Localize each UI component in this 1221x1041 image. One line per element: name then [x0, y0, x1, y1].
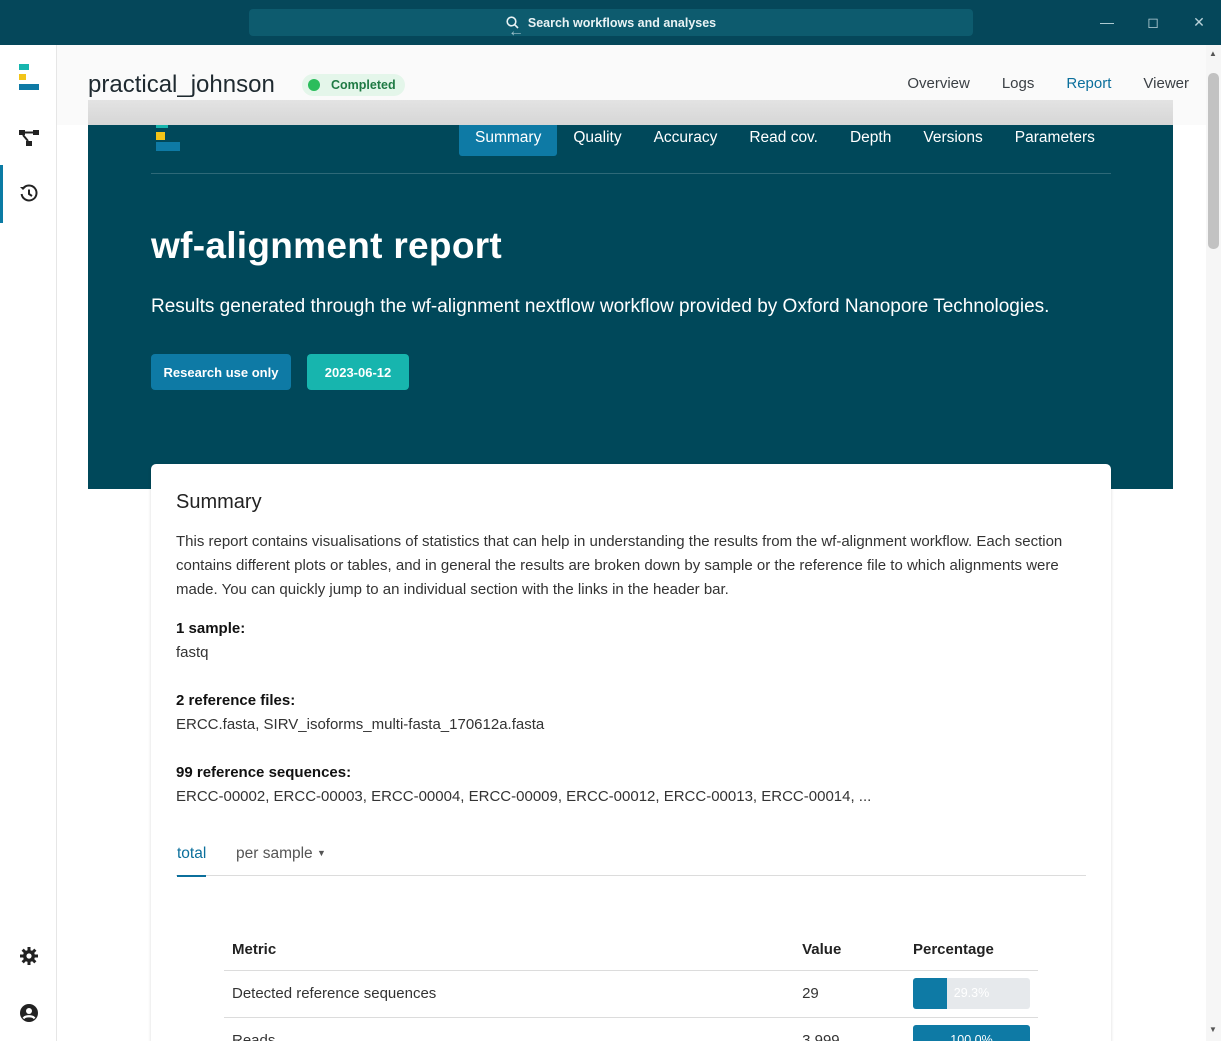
percentage-text: 29.3%	[953, 986, 990, 1000]
table-header-row: Metric Value Percentage	[224, 929, 1038, 971]
scroll-up-icon: ▲	[1209, 49, 1217, 58]
app-logo[interactable]	[0, 57, 57, 97]
workflows-icon	[18, 130, 39, 146]
page-scrollbar[interactable]: ▲ ▼	[1206, 45, 1221, 1041]
metric-cell: Reads	[224, 1017, 795, 1041]
search-icon	[506, 16, 519, 29]
header-tabs: Overview Logs Report Viewer	[875, 75, 1206, 92]
summary-heading: Summary	[176, 491, 262, 513]
gear-icon	[19, 947, 38, 965]
seqs-label: 99 reference sequences:	[176, 764, 352, 781]
epi2me-logo-icon	[18, 64, 39, 90]
seqs-value: ERCC-00002, ERCC-00003, ERCC-00004, ERCC…	[176, 788, 872, 805]
report-frame-top	[88, 100, 1173, 125]
report-nav: Summary Quality Accuracy Read cov. Depth…	[459, 125, 1111, 156]
header-metric: Metric	[224, 929, 795, 971]
page-title: practical_johnson	[88, 71, 275, 98]
report-frame[interactable]: Summary Quality Accuracy Read cov. Depth…	[88, 125, 1173, 1041]
report-hero: Summary Quality Accuracy Read cov. Depth…	[88, 125, 1173, 489]
tab-overview[interactable]: Overview	[907, 75, 970, 92]
caret-down-icon: ▼	[317, 848, 326, 858]
tab-report[interactable]: Report	[1066, 75, 1111, 92]
percentage-cell: 29.3%	[905, 970, 1038, 1018]
percentage-text: 100.0%	[950, 1033, 993, 1041]
tab-logs[interactable]: Logs	[1002, 75, 1035, 92]
tab-per-sample-label: per sample	[236, 845, 313, 862]
table-row: Reads 3,999 100.0%	[224, 1017, 1038, 1041]
report-subtitle: Results generated through the wf-alignme…	[151, 296, 1050, 317]
nav-depth[interactable]: Depth	[834, 125, 907, 156]
scrollbar-thumb[interactable]	[1208, 73, 1219, 249]
account-icon	[19, 1004, 38, 1022]
header-percentage: Percentage	[905, 929, 1038, 971]
tab-per-sample[interactable]: per sample ▼	[236, 845, 326, 863]
rail-item-account[interactable]	[0, 993, 57, 1033]
maximize-button[interactable]: ◻	[1143, 12, 1163, 32]
research-use-badge: Research use only	[151, 354, 291, 390]
status-dot-icon	[308, 79, 320, 91]
rail-item-history[interactable]	[0, 174, 57, 214]
nav-parameters[interactable]: Parameters	[999, 125, 1111, 156]
refs-value: ERCC.fasta, SIRV_isoforms_multi-fasta_17…	[176, 716, 545, 733]
search-placeholder: Search workflows and analyses	[527, 15, 717, 30]
refs-label: 2 reference files:	[176, 692, 296, 709]
summary-description: This report contains visualisations of s…	[176, 533, 1063, 598]
nav-versions[interactable]: Versions	[907, 125, 998, 156]
report-logo-icon	[156, 125, 180, 151]
left-rail	[0, 45, 57, 1041]
history-icon	[19, 184, 37, 202]
close-button[interactable]: ✕	[1189, 12, 1209, 32]
maximize-icon: ◻	[1147, 14, 1159, 30]
percentage-bar: 29.3%	[913, 978, 1030, 1009]
date-badge: 2023-06-12	[307, 354, 409, 390]
rail-item-workflows[interactable]	[0, 118, 57, 158]
search-bar[interactable]: ← Search workflows and analyses	[249, 9, 973, 40]
rail-item-settings[interactable]	[0, 936, 57, 976]
minimize-icon: —	[1100, 14, 1114, 30]
header-value: Value	[794, 929, 905, 971]
summary-table: Metric Value Percentage Detected referen…	[224, 929, 1038, 1041]
report-title: wf-alignment report	[151, 225, 503, 266]
metric-cell: Detected reference sequences	[224, 970, 795, 1018]
percentage-cell: 100.0%	[905, 1017, 1038, 1041]
tab-total[interactable]: total	[177, 845, 207, 877]
nav-summary[interactable]: Summary	[459, 125, 558, 156]
scroll-down-icon: ▼	[1209, 1025, 1217, 1034]
close-icon: ✕	[1193, 14, 1205, 30]
minimize-button[interactable]: —	[1097, 12, 1117, 32]
hero-divider	[151, 173, 1111, 174]
page-header: practical_johnson Completed Overview Log…	[57, 45, 1206, 125]
table-row: Detected reference sequences 29 29.3%	[224, 970, 1038, 1018]
value-cell: 3,999	[794, 1017, 905, 1041]
tab-viewer[interactable]: Viewer	[1143, 75, 1189, 92]
status-badge: Completed	[302, 74, 405, 96]
samples-label: 1 sample:	[176, 620, 246, 637]
summary-tabs: total per sample ▼	[176, 831, 1086, 877]
status-label: Completed	[331, 78, 396, 92]
value-cell: 29	[794, 970, 905, 1018]
percentage-bar: 100.0%	[913, 1025, 1030, 1041]
nav-read-cov[interactable]: Read cov.	[733, 125, 834, 156]
samples-value: fastq	[176, 644, 209, 661]
nav-quality[interactable]: Quality	[557, 125, 637, 156]
nav-accuracy[interactable]: Accuracy	[638, 125, 734, 156]
title-bar: ← Search workflows and analyses — ◻ ✕	[0, 0, 1221, 45]
